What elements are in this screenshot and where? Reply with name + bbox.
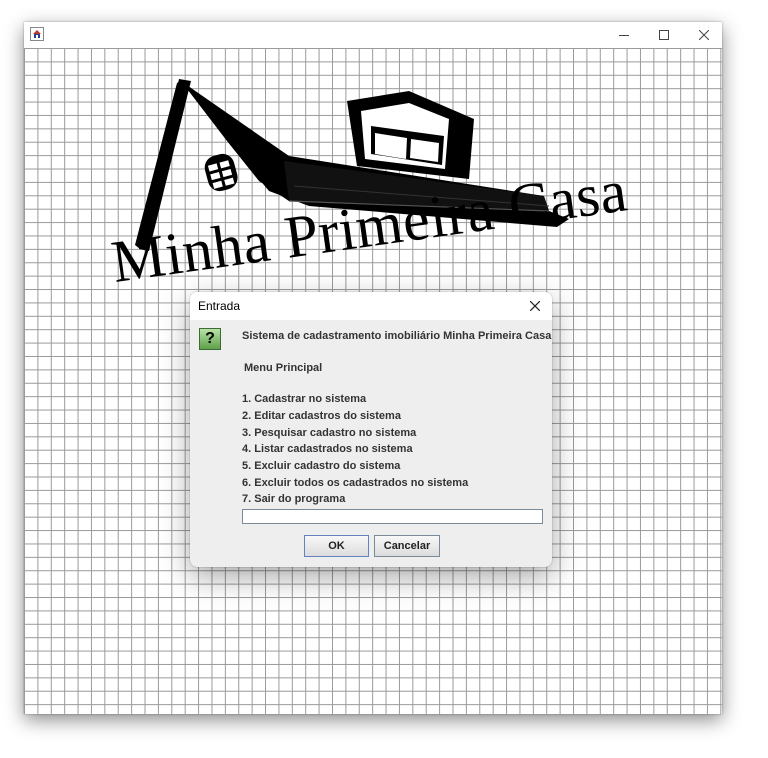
minimize-icon — [619, 35, 629, 36]
menu-option: 2. Editar cadastros do sistema — [242, 410, 401, 422]
window-close-button[interactable] — [684, 22, 724, 48]
dialog-heading: Sistema de cadastramento imobiliário Min… — [242, 330, 552, 342]
close-icon — [699, 30, 709, 40]
menu-option: 5. Excluir cadastro do sistema — [242, 460, 401, 472]
close-icon — [530, 301, 540, 311]
maximize-button[interactable] — [644, 22, 684, 48]
ok-button[interactable]: OK — [304, 535, 369, 557]
java-cup-icon — [30, 27, 44, 41]
input-dialog: Entrada ? Sistema de cadastramento imobi… — [190, 292, 552, 567]
menu-option: 1. Cadastrar no sistema — [242, 393, 367, 405]
menu-option: 6. Excluir todos os cadastrados no siste… — [242, 477, 469, 489]
minimize-button[interactable] — [604, 22, 644, 48]
question-icon: ? — [199, 328, 221, 350]
option-input[interactable] — [242, 509, 543, 524]
dialog-close-button[interactable] — [524, 296, 546, 316]
menu-option: 3. Pesquisar cadastro no sistema — [242, 427, 417, 439]
window-titlebar[interactable] — [24, 22, 722, 48]
menu-option: 7. Sair do programa — [242, 493, 346, 505]
menu-option: 4. Listar cadastrados no sistema — [242, 443, 413, 455]
menu-title: Menu Principal — [244, 362, 323, 374]
maximize-icon — [659, 30, 669, 40]
dialog-titlebar[interactable]: Entrada — [190, 292, 552, 320]
dialog-title: Entrada — [198, 299, 241, 313]
cancel-button[interactable]: Cancelar — [374, 535, 440, 557]
